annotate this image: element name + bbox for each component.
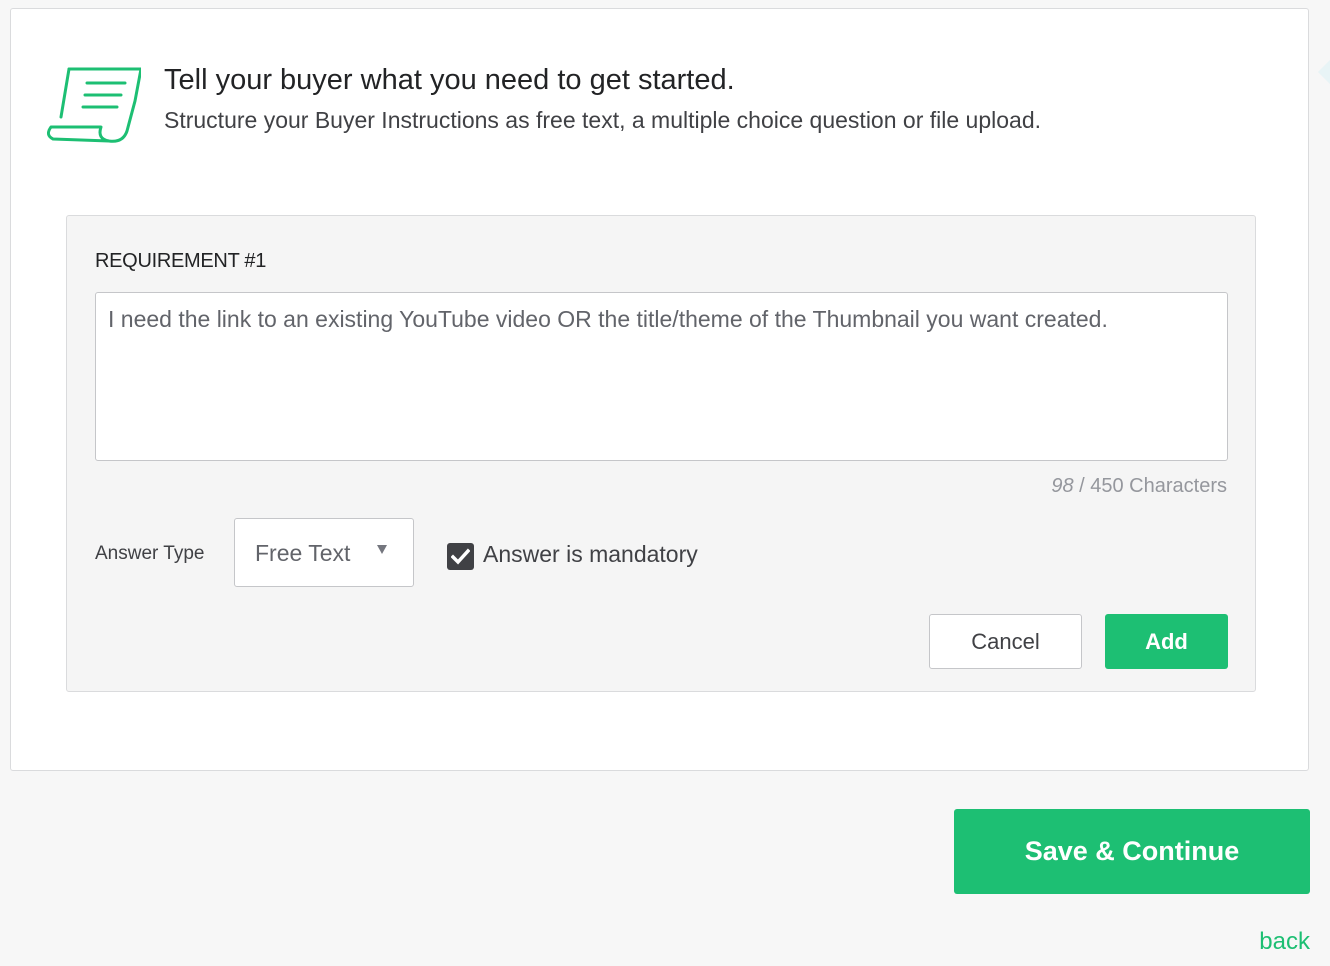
side-tooltip-arrow [1318, 60, 1330, 84]
requirements-card: Tell your buyer what you need to get sta… [10, 8, 1309, 771]
character-count-current: 98 [1051, 475, 1074, 497]
save-and-continue-button[interactable]: Save & Continue [954, 809, 1310, 894]
page-subtitle: Structure your Buyer Instructions as fre… [164, 107, 1041, 133]
character-counter: 98 / 450 Characters [1051, 475, 1227, 498]
caret-down-icon [377, 545, 387, 554]
back-link[interactable]: back [1259, 928, 1310, 956]
mandatory-checkbox[interactable] [447, 543, 474, 570]
scroll-document-icon [46, 61, 143, 145]
requirement-label: REQUIREMENT #1 [95, 250, 267, 272]
requirement-panel: REQUIREMENT #1 98 / 450 Characters Answe… [66, 215, 1256, 692]
answer-type-select[interactable]: Free Text [234, 518, 414, 587]
mandatory-label: Answer is mandatory [483, 541, 698, 567]
requirement-textarea[interactable] [95, 292, 1228, 461]
checkmark-icon [451, 548, 470, 565]
cancel-button[interactable]: Cancel [929, 614, 1082, 669]
page-title: Tell your buyer what you need to get sta… [164, 64, 735, 96]
add-button[interactable]: Add [1105, 614, 1228, 669]
answer-type-label: Answer Type [95, 543, 205, 564]
character-count-limit: / 450 Characters [1073, 475, 1227, 497]
answer-type-selected-value: Free Text [255, 540, 351, 566]
